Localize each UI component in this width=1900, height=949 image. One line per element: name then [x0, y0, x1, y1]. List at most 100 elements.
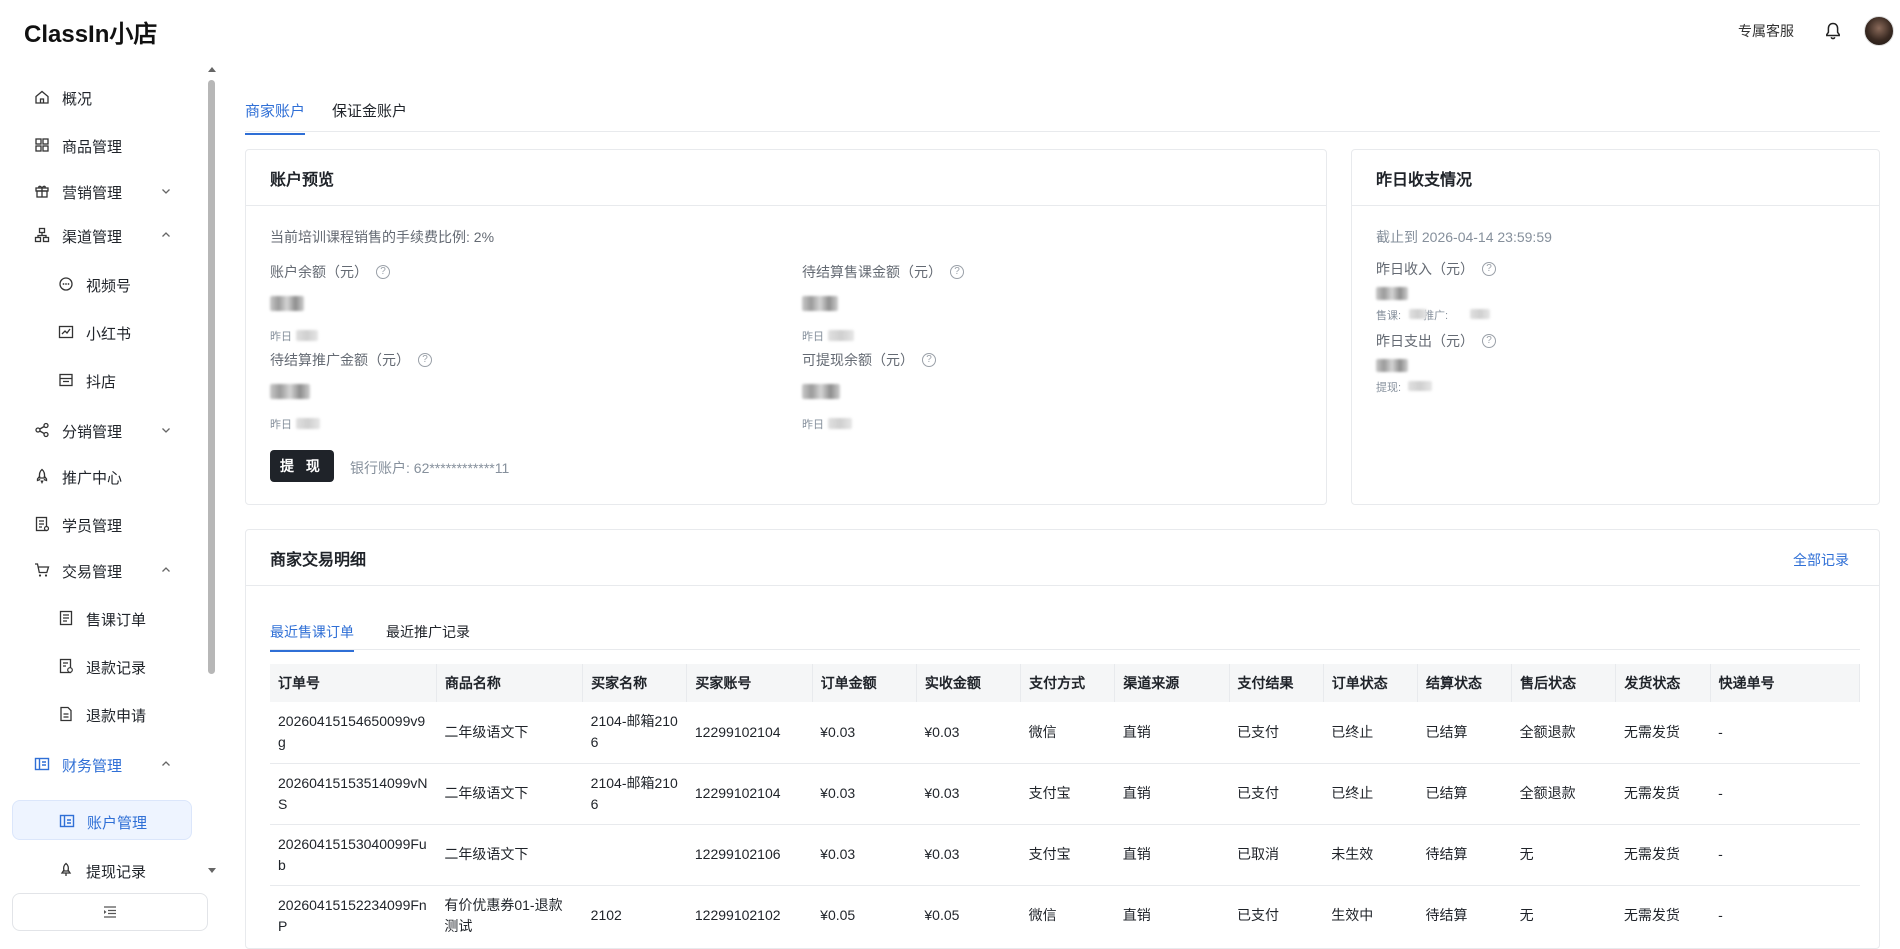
sidebar-item-distribution[interactable]: 分销管理 — [12, 410, 192, 450]
sidebar-item-label: 概况 — [62, 91, 93, 108]
table-cell: 已支付 — [1229, 702, 1324, 764]
sidebar-item-label: 小红书 — [86, 326, 132, 343]
tab-deposit-account[interactable]: 保证金账户 — [332, 100, 407, 133]
table-cell: 无需发货 — [1615, 702, 1711, 764]
sidebar-scroll-thumb[interactable] — [208, 80, 215, 674]
column-header: 快递单号 — [1710, 664, 1860, 702]
balance-value-masked — [270, 296, 304, 311]
table-cell: 20260415152234099FnP — [270, 885, 437, 934]
help-icon[interactable]: ? — [376, 265, 390, 279]
withdrawable-yesterday-masked — [828, 418, 852, 429]
channel-icon — [34, 227, 50, 243]
balance-label-text: 账户余额（元） — [270, 264, 368, 280]
sidebar-item-products[interactable]: 商品管理 — [12, 125, 192, 165]
sidebar-item-withdraw-records[interactable]: 提现记录 — [12, 850, 192, 890]
transactions-title-text: 商家交易明细 — [270, 551, 367, 569]
sidebar-item-account-management[interactable]: 账户管理 — [12, 800, 192, 840]
top-bar: ClassIn小店 专属客服 — [0, 0, 1900, 62]
student-icon — [35, 516, 50, 532]
table-cell: - — [1710, 702, 1860, 764]
income-value-masked — [1376, 287, 1408, 300]
table-cell: 有价优惠券01-退款测试 — [436, 885, 583, 934]
withdrawable-yesterday: 昨日 — [802, 416, 824, 432]
yesterday-prefix: 昨日 — [270, 419, 292, 431]
table-cell: 12299102104 — [686, 702, 813, 764]
help-icon[interactable]: ? — [1482, 262, 1496, 276]
sidebar-item-channels[interactable]: 渠道管理 — [12, 215, 192, 255]
table-cell: - — [1710, 763, 1860, 825]
table-cell: 直销 — [1114, 763, 1230, 825]
table-row[interactable]: 20260415153040099Fub 二年级语文下 12299102106 ¥0.… — [270, 824, 1860, 886]
column-header: 支付方式 — [1020, 664, 1116, 702]
sidebar-item-course-orders[interactable]: 售课订单 — [12, 598, 192, 638]
tab-recent-promotion-records[interactable]: 最近推广记录 — [386, 622, 470, 650]
expense-label-text: 昨日支出（元） — [1376, 333, 1474, 349]
sidebar-item-refund-requests[interactable]: 退款申请 — [12, 694, 192, 734]
column-header: 订单金额 — [812, 664, 917, 702]
table-cell: 已支付 — [1229, 885, 1324, 934]
wallet-icon — [34, 757, 50, 771]
cutoff-text: 截止到 2026-04-14 23:59:59 — [1376, 229, 1552, 245]
help-icon[interactable]: ? — [418, 353, 432, 367]
share-icon — [35, 422, 49, 438]
bank-account-text: 银行账户: 62************11 — [350, 460, 510, 476]
avatar[interactable] — [1864, 16, 1894, 46]
sidebar: 概况 商品管理 营销管理 渠道管理 视频号 小红书 抖店 分销管理 推广中心 学… — [0, 62, 220, 932]
app-logo[interactable]: ClassIn小店 — [24, 14, 157, 49]
sidebar-item-transactions[interactable]: 交易管理 — [12, 550, 192, 590]
sidebar-item-label: 账户管理 — [87, 815, 148, 832]
sidebar-item-finance[interactable]: 财务管理 — [12, 744, 192, 784]
sidebar-item-xiaohongshu[interactable]: 小红书 — [12, 312, 192, 352]
table-cell: 20260415153040099Fub — [270, 824, 437, 886]
sidebar-item-label: 营销管理 — [62, 185, 123, 202]
yesterday-prefix: 昨日 — [802, 331, 824, 343]
pending-promo-label: 待结算推广金额（元）? — [270, 350, 432, 370]
table-row[interactable]: 20260415152234099FnP 有价优惠券01-退款测试 2102 1229… — [270, 885, 1860, 934]
table-cell: 支付宝 — [1020, 763, 1115, 825]
help-icon[interactable]: ? — [950, 265, 964, 279]
table-cell: 无 — [1511, 885, 1616, 934]
table-cell: ¥0.03 — [916, 763, 1021, 825]
table-body: 20260415154650099v9g 二年级语文下 2104-邮箱2106 122… — [270, 702, 1860, 934]
store-icon — [59, 373, 73, 387]
column-header: 发货状态 — [1615, 664, 1711, 702]
pending-promo-value-masked — [270, 384, 310, 399]
scroll-up-icon[interactable] — [206, 64, 218, 74]
sidebar-item-overview[interactable]: 概况 — [12, 77, 192, 117]
table-cell: 12299102106 — [686, 824, 813, 886]
sidebar-item-refund-records[interactable]: 退款记录 — [12, 646, 192, 686]
yesterday-prefix: 昨日 — [802, 419, 824, 431]
table-cell: ¥0.03 — [916, 824, 1021, 886]
sidebar-item-video-channel[interactable]: 视频号 — [12, 264, 192, 304]
table-row[interactable]: 20260415153514099vNS 二年级语文下 2104-邮箱2106 122… — [270, 763, 1860, 825]
customer-service-link[interactable]: 专属客服 — [1738, 21, 1794, 41]
sidebar-item-label: 商品管理 — [62, 139, 123, 156]
table-cell: 2104-邮箱2106 — [582, 702, 687, 764]
sidebar-item-label: 交易管理 — [62, 564, 123, 581]
collapse-sidebar-button[interactable] — [12, 893, 208, 931]
income-course-masked — [1409, 309, 1427, 319]
tab-recent-course-orders[interactable]: 最近售课订单 — [270, 622, 354, 652]
sidebar-item-promotion-center[interactable]: 推广中心 — [12, 456, 192, 496]
table-cell: 二年级语文下 — [436, 763, 583, 825]
sidebar-item-label: 视频号 — [86, 278, 132, 295]
top-right-actions: 专属客服 — [1738, 14, 1894, 48]
chevron-up-icon — [162, 567, 170, 572]
yesterday-summary-card: 昨日收支情况 截止到 2026-04-14 23:59:59 昨日收入（元）? … — [1351, 149, 1880, 505]
table-row[interactable]: 20260415154650099v9g 二年级语文下 2104-邮箱2106 122… — [270, 702, 1860, 764]
help-icon[interactable]: ? — [922, 353, 936, 367]
tab-merchant-account[interactable]: 商家账户 — [245, 100, 306, 135]
all-records-link[interactable]: 全部记录 — [1793, 550, 1849, 570]
help-icon[interactable]: ? — [1482, 334, 1496, 348]
column-header: 渠道来源 — [1114, 664, 1230, 702]
sidebar-item-marketing[interactable]: 营销管理 — [12, 171, 192, 211]
collapse-icon — [104, 906, 116, 918]
sidebar-item-students[interactable]: 学员管理 — [12, 504, 192, 544]
gift-icon — [35, 185, 49, 198]
sidebar-item-douyin-store[interactable]: 抖店 — [12, 360, 192, 400]
bell-icon[interactable] — [1816, 14, 1850, 48]
scroll-down-icon[interactable] — [206, 866, 218, 876]
column-header: 买家名称 — [582, 664, 688, 702]
withdraw-button[interactable]: 提 现 — [270, 450, 334, 482]
balance-yesterday-masked — [296, 330, 318, 341]
